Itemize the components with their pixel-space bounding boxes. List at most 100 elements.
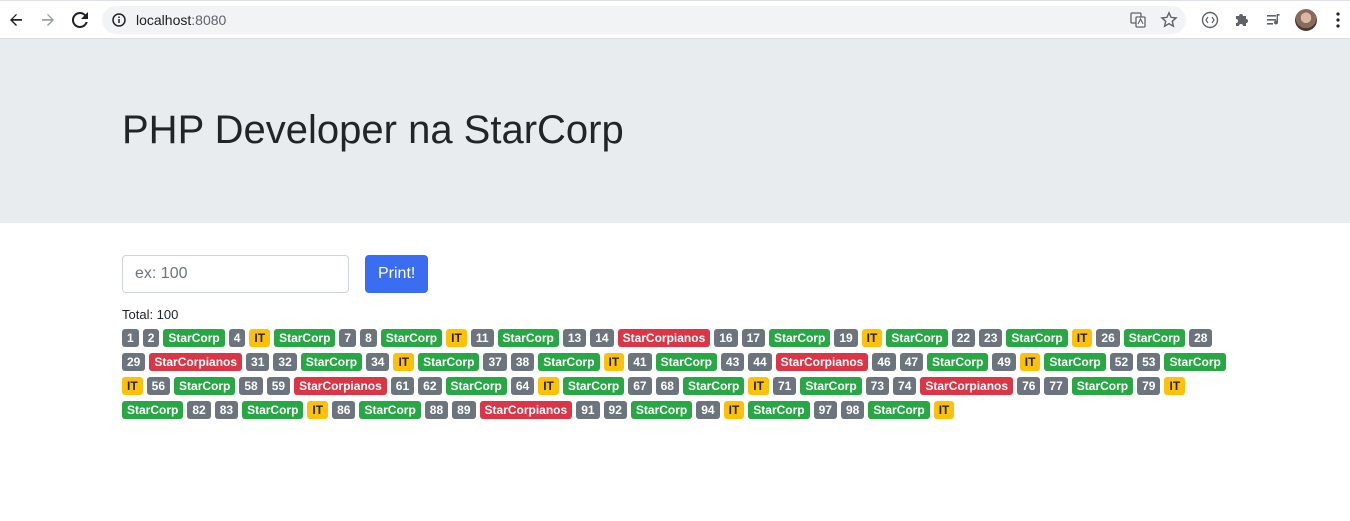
number-badge: 34 xyxy=(366,353,390,371)
bookmark-star-icon[interactable] xyxy=(1160,11,1178,34)
number-badge: 32 xyxy=(273,353,297,371)
number-badge: 59 xyxy=(266,377,291,395)
it-badge: IT xyxy=(861,329,883,347)
starcorp-badge: StarCorp xyxy=(122,401,184,419)
it-badge: IT xyxy=(603,353,625,371)
count-input[interactable] xyxy=(122,255,349,293)
starcorp-badge: StarCorp xyxy=(359,401,421,419)
browser-menu-button[interactable] xyxy=(1327,9,1349,31)
forward-button[interactable] xyxy=(36,8,60,32)
number-badge: 56 xyxy=(146,377,171,395)
it-badge: IT xyxy=(538,377,559,395)
forward-arrow-icon xyxy=(42,14,54,26)
number-badge: 23 xyxy=(979,329,1003,347)
translate-icon[interactable] xyxy=(1130,12,1146,33)
reload-button[interactable] xyxy=(68,8,92,32)
number-badge: 26 xyxy=(1096,329,1120,347)
it-badge: IT xyxy=(723,401,745,419)
reload-icon xyxy=(72,12,88,28)
starcorp-badge: StarCorp xyxy=(174,377,236,395)
number-badge: 79 xyxy=(1137,377,1161,395)
number-badge: 29 xyxy=(122,353,146,371)
number-badge: 38 xyxy=(510,353,535,371)
number-badge: 44 xyxy=(748,353,772,371)
number-badge: 17 xyxy=(741,329,765,347)
number-badge: 97 xyxy=(813,401,837,419)
it-badge: IT xyxy=(1071,329,1093,347)
extension-button[interactable] xyxy=(1199,9,1221,31)
number-badge: 37 xyxy=(483,353,507,371)
jumbotron-header: PHP Developer na StarCorp xyxy=(0,39,1350,223)
starcorp-badge: StarCorp xyxy=(300,353,363,371)
starcorp-badge: StarCorp xyxy=(630,401,693,419)
number-badge: 28 xyxy=(1189,329,1213,347)
number-badge: 31 xyxy=(246,353,270,371)
it-badge: IT xyxy=(1019,353,1041,371)
number-badge: 88 xyxy=(424,401,449,419)
number-badge: 43 xyxy=(720,353,745,371)
kebab-menu-icon xyxy=(1336,12,1340,28)
starcorp-badge: StarCorp xyxy=(927,353,989,371)
number-badge: 61 xyxy=(390,377,415,395)
playlist-icon xyxy=(1267,14,1280,25)
starcorp-badge: StarCorp xyxy=(274,329,336,347)
starcorp-badge: StarCorp xyxy=(1164,353,1226,371)
main-content: Print! Total: 100 12StarCorp4ITStarCorp7… xyxy=(122,255,1232,425)
number-badge: 1 xyxy=(122,329,139,347)
number-badge: 19 xyxy=(834,329,858,347)
starcorp-badge: StarCorp xyxy=(655,353,717,371)
number-badge: 16 xyxy=(714,329,738,347)
number-badge: 64 xyxy=(510,377,535,395)
page-title: PHP Developer na StarCorp xyxy=(122,108,624,152)
starcorp-badge: StarCorp xyxy=(497,329,559,347)
url-host: localhost xyxy=(136,12,192,28)
starcorp-badge: StarCorp xyxy=(562,377,625,395)
address-bar[interactable]: localhost:8080 xyxy=(102,6,1186,34)
it-badge: IT xyxy=(1164,377,1186,395)
it-badge: IT xyxy=(393,353,415,371)
number-badge: 68 xyxy=(655,377,679,395)
puzzle-icon xyxy=(1236,14,1248,26)
number-badge: 7 xyxy=(339,329,357,347)
site-info-icon[interactable] xyxy=(112,13,126,32)
total-label: Total: 100 xyxy=(122,307,179,322)
number-badge: 41 xyxy=(628,353,652,371)
starcorp-badge: StarCorp xyxy=(1044,353,1106,371)
back-button[interactable] xyxy=(4,8,28,32)
starcorpianos-badge: StarCorpianos xyxy=(479,401,573,419)
profile-avatar[interactable] xyxy=(1295,9,1317,31)
media-control-button[interactable] xyxy=(1263,9,1285,31)
number-badge: 47 xyxy=(899,353,924,371)
extension-circle-icon xyxy=(1201,11,1219,29)
number-badge: 13 xyxy=(562,329,587,347)
starcorp-badge: StarCorp xyxy=(242,401,304,419)
number-badge: 49 xyxy=(992,353,1016,371)
number-badge: 22 xyxy=(951,329,976,347)
number-badge: 46 xyxy=(872,353,896,371)
starcorp-badge: StarCorp xyxy=(163,329,225,347)
number-badge: 53 xyxy=(1137,353,1161,371)
number-badge: 94 xyxy=(696,401,720,419)
tab-strip-edge xyxy=(0,0,1350,1)
it-badge: IT xyxy=(748,377,769,395)
starcorp-badge: StarCorp xyxy=(748,401,810,419)
number-badge: 2 xyxy=(142,329,160,347)
print-form: Print! xyxy=(122,255,1232,293)
starcorp-badge: StarCorp xyxy=(1071,377,1134,395)
extensions-button[interactable] xyxy=(1231,9,1253,31)
url-port: :8080 xyxy=(191,12,227,28)
starcorp-badge: StarCorp xyxy=(445,377,507,395)
number-badge: 4 xyxy=(228,329,246,347)
starcorp-badge: StarCorp xyxy=(800,377,862,395)
url-text: localhost:8080 xyxy=(136,12,226,28)
starcorp-badge: StarCorp xyxy=(1006,329,1068,347)
starcorp-badge: StarCorp xyxy=(538,353,600,371)
print-button[interactable]: Print! xyxy=(365,255,429,293)
number-badge: 8 xyxy=(360,329,377,347)
number-badge: 83 xyxy=(214,401,239,419)
it-badge: IT xyxy=(307,401,329,419)
number-badge: 98 xyxy=(840,401,865,419)
number-badge: 92 xyxy=(603,401,627,419)
number-badge: 11 xyxy=(470,329,494,347)
number-badge: 82 xyxy=(187,401,211,419)
